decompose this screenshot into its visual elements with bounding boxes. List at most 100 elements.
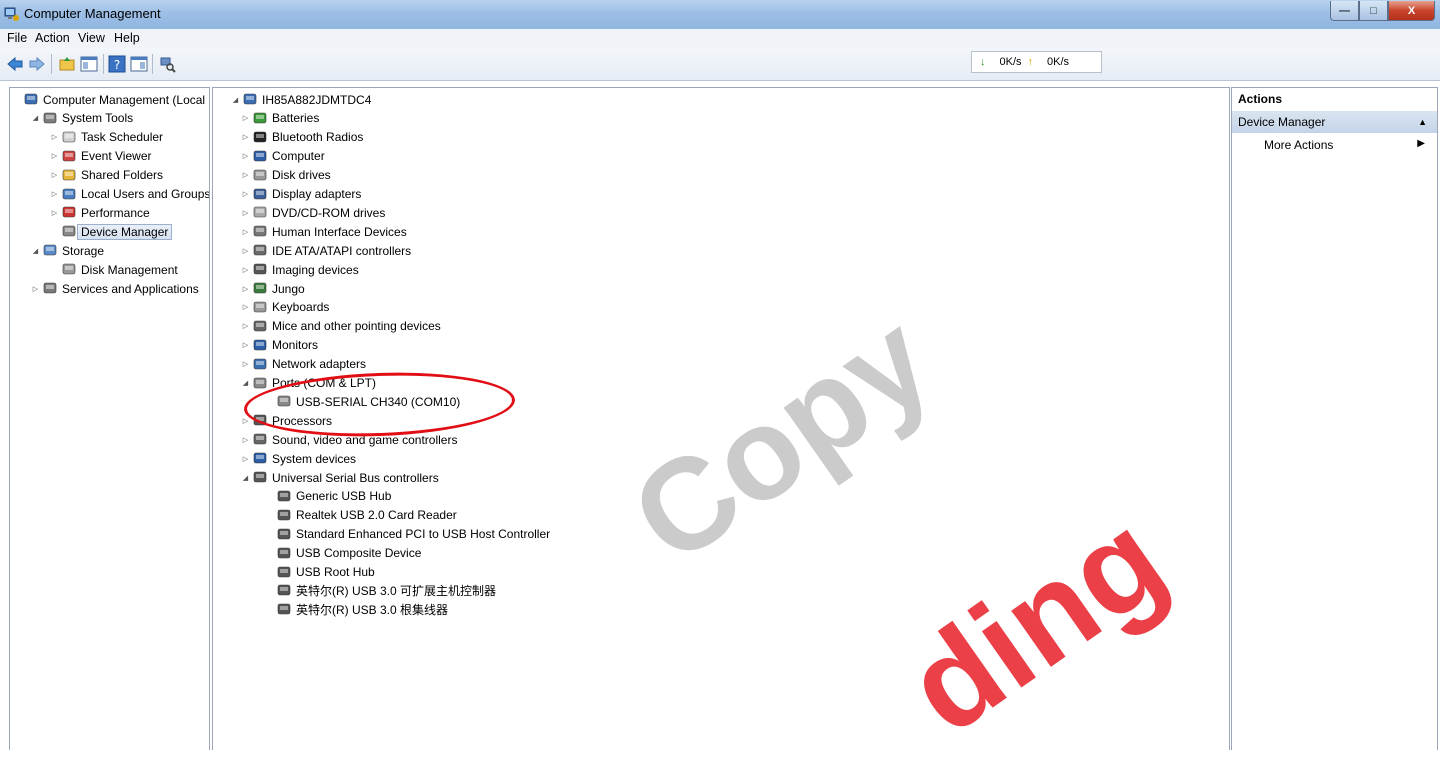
device-item[interactable]: Realtek USB 2.0 Card Reader [265,506,457,525]
device-label: Batteries [272,111,320,126]
show-hide-tree-icon[interactable] [80,55,98,73]
menu-bar: File Action View Help [0,29,1440,48]
toolbar-separator [51,54,52,74]
collapsed-arrow-icon[interactable]: ▷ [241,436,250,444]
device-item[interactable]: Standard Enhanced PCI to USB Host Contro… [265,525,550,544]
tree-item[interactable]: ▷ Shared Folders [50,166,163,185]
device-category[interactable]: ▷ Monitors [241,336,318,355]
display-adapter-icon [252,187,268,202]
collapsed-arrow-icon[interactable]: ▷ [31,285,40,293]
performance-icon [61,205,77,220]
tree-item[interactable]: ◢ Storage [31,241,104,260]
tree-item[interactable]: ◢ System Tools [31,109,133,128]
tree-item-label: Storage [62,243,105,258]
device-category[interactable]: ▷ Keyboards [241,298,330,317]
device-tree-root[interactable]: ◢ IH85A882JDMTDC4 [231,90,372,109]
collapsed-arrow-icon[interactable]: ▷ [241,114,250,122]
collapsed-arrow-icon[interactable]: ▷ [241,360,250,368]
collapsed-arrow-icon[interactable]: ▷ [50,133,59,141]
collapsed-arrow-icon[interactable]: ▷ [241,455,250,463]
device-category[interactable]: ▷ Bluetooth Radios [241,128,364,147]
toolbar-separator [103,54,104,74]
collapse-up-icon[interactable]: ▲ [1418,111,1427,133]
device-category[interactable]: ▷ IDE ATA/ATAPI controllers [241,241,411,260]
collapsed-arrow-icon[interactable]: ▷ [241,171,250,179]
collapsed-arrow-icon[interactable]: ▷ [241,228,250,236]
expanded-arrow-icon[interactable]: ◢ [31,247,40,255]
collapsed-arrow-icon[interactable]: ▷ [241,417,250,425]
back-arrow-icon[interactable] [6,55,24,73]
device-category[interactable]: ▷ Batteries [241,109,320,128]
title-bar: Computer Management — □ X [0,0,1440,30]
device-category[interactable]: ▷ Imaging devices [241,260,359,279]
expanded-arrow-icon[interactable]: ◢ [241,379,250,387]
collapsed-arrow-icon[interactable]: ▷ [241,322,250,330]
device-item[interactable]: Generic USB Hub [265,487,391,506]
menu-view[interactable]: View [78,31,105,45]
usb-device-icon [276,489,292,504]
computer-management-icon [23,92,39,107]
collapsed-arrow-icon[interactable]: ▷ [50,152,59,160]
device-category[interactable]: ▷ Human Interface Devices [241,222,407,241]
submenu-arrow-icon[interactable]: ▶ [1417,138,1425,149]
up-folder-icon[interactable] [58,55,76,73]
device-item[interactable]: 英特尔(R) USB 3.0 可扩展主机控制器 [265,581,496,600]
menu-action[interactable]: Action [35,31,70,45]
device-category[interactable]: ▷ Disk drives [241,166,331,185]
device-category[interactable]: ▷ Jungo [241,279,305,298]
minimize-button[interactable]: — [1330,1,1359,21]
collapsed-arrow-icon[interactable]: ▷ [241,341,250,349]
menu-file[interactable]: File [7,31,27,45]
collapsed-arrow-icon[interactable]: ▷ [241,285,250,293]
tree-item[interactable]: ▷ Task Scheduler [50,128,163,147]
help-icon[interactable]: ? [108,55,126,73]
tree-item-label: Task Scheduler [81,130,164,145]
collapsed-arrow-icon[interactable]: ▷ [241,190,250,198]
collapsed-arrow-icon[interactable]: ▷ [50,209,59,217]
show-hide-action-pane-icon[interactable] [130,55,148,73]
expanded-arrow-icon[interactable]: ◢ [31,114,40,122]
collapsed-arrow-icon[interactable]: ▷ [241,209,250,217]
usb-device-icon [276,527,292,542]
tree-item[interactable]: Device Manager [50,222,173,241]
tree-item[interactable]: Computer Management (Local [12,90,205,109]
device-item[interactable]: USB Composite Device [265,544,421,563]
collapsed-arrow-icon[interactable]: ▷ [241,133,250,141]
maximize-button[interactable]: □ [1359,1,1388,21]
device-category[interactable]: ▷ Mice and other pointing devices [241,317,441,336]
device-category[interactable]: ▷ System devices [241,449,356,468]
expanded-arrow-icon[interactable]: ◢ [241,474,250,482]
monitor-icon [252,338,268,353]
actions-section-device-manager[interactable]: Device Manager ▲ [1232,111,1437,133]
tree-item-label: Services and Applications [62,281,199,296]
device-label: Universal Serial Bus controllers [272,470,439,485]
tree-item[interactable]: ▷ Event Viewer [50,147,152,166]
collapsed-arrow-icon[interactable]: ▷ [50,190,59,198]
collapsed-arrow-icon[interactable]: ▷ [241,303,250,311]
device-category[interactable]: ◢ Universal Serial Bus controllers [241,468,439,487]
collapsed-arrow-icon[interactable]: ▷ [241,247,250,255]
device-item[interactable]: USB Root Hub [265,563,375,582]
collapsed-arrow-icon[interactable]: ▷ [241,266,250,274]
device-category[interactable]: ▷ Computer [241,147,325,166]
ide-icon [252,243,268,258]
tree-item[interactable]: ▷ Services and Applications [31,279,199,298]
menu-help[interactable]: Help [114,31,140,45]
expanded-arrow-icon[interactable]: ◢ [231,96,240,104]
more-actions-link[interactable]: More Actions [1264,138,1333,152]
scan-hardware-icon[interactable] [158,55,176,73]
device-category[interactable]: ▷ Network adapters [241,355,366,374]
forward-arrow-icon[interactable] [28,55,46,73]
device-item[interactable]: 英特尔(R) USB 3.0 根集线器 [265,600,448,619]
collapsed-arrow-icon[interactable]: ▷ [50,171,59,179]
mouse-icon [252,319,268,334]
usb-device-icon [276,508,292,523]
tree-item[interactable]: Disk Management [50,260,178,279]
device-category[interactable]: ▷ Display adapters [241,185,362,204]
tree-item[interactable]: ▷ Performance [50,203,150,222]
actions-section-label: Device Manager [1238,115,1326,129]
close-button[interactable]: X [1388,1,1435,21]
device-category[interactable]: ▷ DVD/CD-ROM drives [241,203,386,222]
collapsed-arrow-icon[interactable]: ▷ [241,152,250,160]
tree-item[interactable]: ▷ Local Users and Groups [50,185,209,204]
